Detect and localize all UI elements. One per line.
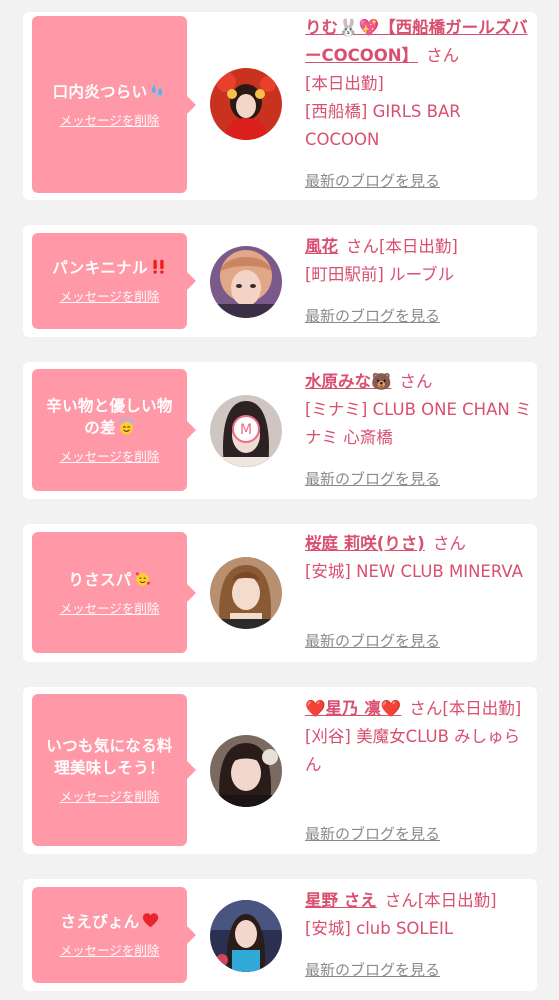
message-text: りさスパ — [68, 569, 150, 591]
latest-blog-link[interactable]: 最新のブログを見る — [305, 468, 440, 489]
smiling-halo-icon — [119, 418, 133, 435]
honorific: さん — [426, 46, 460, 65]
message-card: りさスパ メッセージを削除 桜庭 莉咲(りさ) さん [安城] NEW CLUB … — [23, 524, 537, 662]
message-card: 口内炎つらい メッセージを削除 りむ🐰💖【西船橋ガールズバーCOCOON】 さん … — [23, 12, 537, 200]
message-bubble: パンキニナル メッセージを削除 — [32, 233, 196, 329]
avatar[interactable]: M — [210, 395, 282, 467]
avatar[interactable] — [210, 557, 282, 629]
work-status: [本日出勤] — [417, 891, 497, 910]
latest-blog-link[interactable]: 最新のブログを見る — [305, 170, 440, 191]
message-text: 口内炎つらい — [53, 81, 167, 103]
shop-name: [西船橋] GIRLS BAR COCOON — [305, 102, 461, 149]
cast-name-link[interactable]: 風花 — [305, 237, 338, 256]
sweat-droplets-icon — [152, 84, 163, 97]
avatar[interactable] — [210, 735, 282, 807]
double-exclamation-icon — [153, 259, 164, 274]
message-bubble: 辛い物と優しい物の差 メッセージを削除 — [32, 369, 196, 491]
shop-name: [安城] club SOLEIL — [305, 919, 454, 938]
message-card: いつも気になる料理美味しそう！ メッセージを削除 ❤️星乃 凛❤️ さん[本日出勤… — [23, 687, 537, 854]
message-text: いつも気になる料理美味しそう！ — [46, 737, 173, 777]
cast-info: りむ🐰💖【西船橋ガールズバーCOCOON】 さん [本日出勤] [西船橋] GIR… — [305, 14, 533, 154]
latest-blog-link[interactable]: 最新のブログを見る — [305, 630, 440, 651]
delete-message-link[interactable]: メッセージを削除 — [60, 940, 160, 959]
latest-blog-link[interactable]: 最新のブログを見る — [305, 305, 440, 326]
message-card: パンキニナル メッセージを削除 風花 さん[本日出勤] [町田駅前] ルーブル 最… — [23, 225, 537, 337]
message-text: パンキニナル — [52, 257, 167, 279]
delete-message-link[interactable]: メッセージを削除 — [60, 446, 160, 465]
message-text: さえぴょん — [60, 911, 158, 933]
work-status: [本日出勤] — [305, 74, 384, 93]
message-bubble: 口内炎つらい メッセージを削除 — [32, 16, 196, 193]
avatar[interactable] — [210, 246, 282, 318]
honorific: さん — [346, 237, 379, 256]
avatar[interactable] — [210, 900, 282, 972]
cast-info: 水原みな🐻 さん [ミナミ] CLUB ONE CHAN ミナミ 心斎橋 — [305, 368, 533, 452]
cast-info: 桜庭 莉咲(りさ) さん [安城] NEW CLUB MINERVA — [305, 530, 533, 586]
cast-name-link[interactable]: ❤️星乃 凛❤️ — [305, 699, 401, 718]
work-status: [本日出勤] — [442, 699, 522, 718]
message-bubble: さえぴょん メッセージを削除 — [32, 887, 196, 983]
cast-name-link[interactable]: 星野 さえ — [305, 891, 377, 910]
cast-info: 風花 さん[本日出勤] [町田駅前] ルーブル — [305, 233, 533, 289]
message-card: さえぴょん メッセージを削除 星野 さえ さん[本日出勤] [安城] club S… — [23, 879, 537, 991]
cast-name-link[interactable]: 水原みな🐻 — [305, 372, 392, 391]
avatar[interactable] — [210, 68, 282, 140]
message-card: 辛い物と優しい物の差 メッセージを削除 M 水原みな🐻 さん [ミナミ] CLUB… — [23, 362, 537, 499]
message-text: 辛い物と優しい物の差 — [46, 397, 173, 437]
delete-message-link[interactable]: メッセージを削除 — [60, 598, 160, 617]
delete-message-link[interactable]: メッセージを削除 — [60, 110, 160, 129]
honorific: さん — [409, 699, 443, 718]
shop-name: [安城] NEW CLUB MINERVA — [305, 562, 523, 581]
honorific: さん — [384, 891, 418, 910]
cast-name-link[interactable]: りむ🐰💖【西船橋ガールズバーCOCOON】 — [305, 18, 528, 65]
shop-name: [ミナミ] CLUB ONE CHAN ミナミ 心斎橋 — [305, 400, 532, 447]
delete-message-link[interactable]: メッセージを削除 — [60, 786, 160, 805]
work-status: [本日出勤] — [379, 237, 458, 256]
honorific: さん — [399, 372, 433, 391]
cast-info: ❤️星乃 凛❤️ さん[本日出勤] [刈谷] 美魔女CLUB みしゅらん — [305, 695, 533, 779]
delete-message-link[interactable]: メッセージを削除 — [60, 286, 160, 305]
cast-name-link[interactable]: 桜庭 莉咲(りさ) — [305, 534, 425, 553]
latest-blog-link[interactable]: 最新のブログを見る — [305, 823, 440, 844]
latest-blog-link[interactable]: 最新のブログを見る — [305, 959, 440, 980]
honorific: さん — [432, 534, 466, 553]
shop-name: [刈谷] 美魔女CLUB みしゅらん — [305, 727, 521, 774]
svg-text:M: M — [240, 422, 252, 438]
smiling-hearts-icon — [135, 571, 150, 586]
shop-name: [町田駅前] ルーブル — [305, 265, 455, 284]
message-bubble: りさスパ メッセージを削除 — [32, 532, 196, 653]
red-heart-icon — [142, 913, 158, 928]
cast-info: 星野 さえ さん[本日出勤] [安城] club SOLEIL — [305, 887, 533, 943]
message-bubble: いつも気になる料理美味しそう！ メッセージを削除 — [32, 694, 196, 846]
